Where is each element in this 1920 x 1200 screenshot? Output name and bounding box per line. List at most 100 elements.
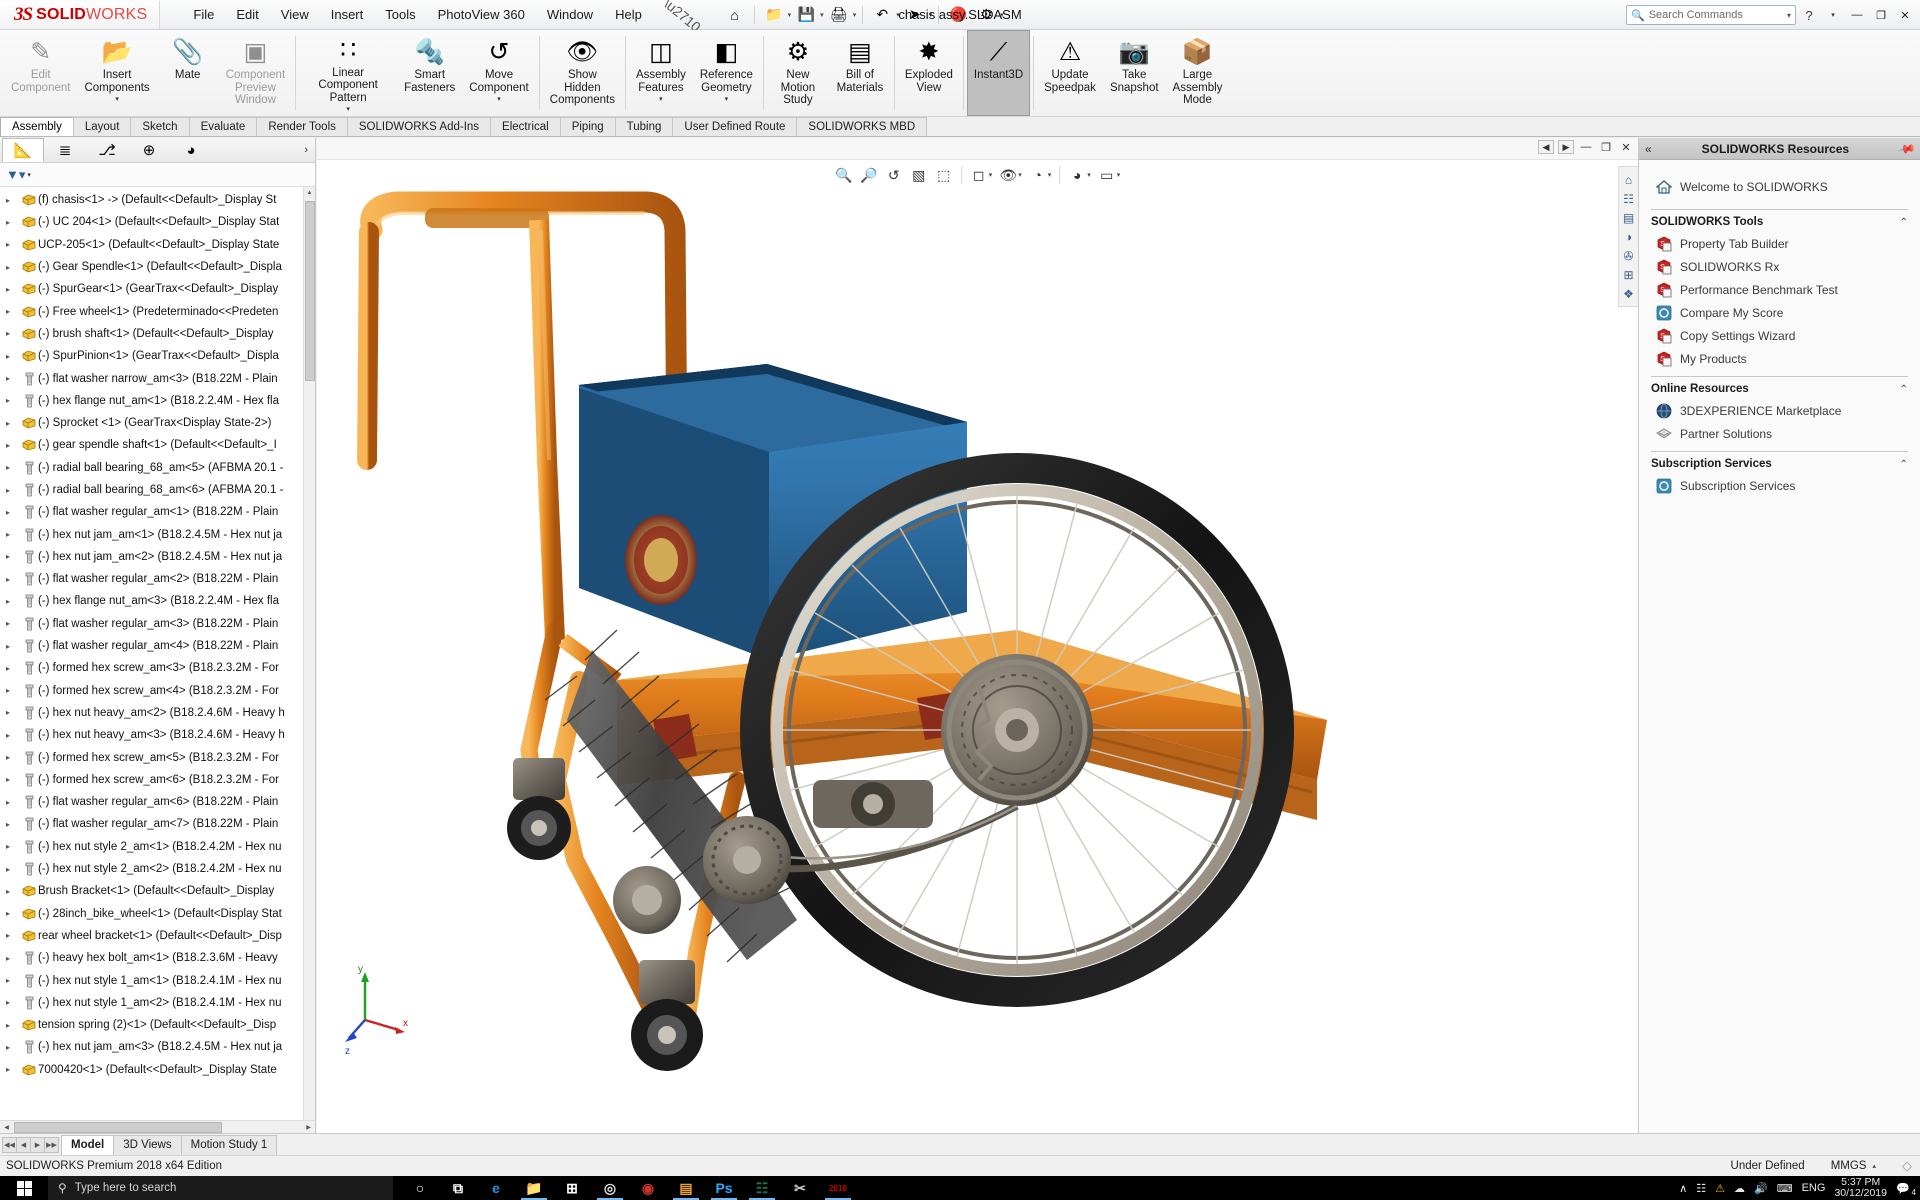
tray-overflow-icon[interactable]: ∧ [1679, 1182, 1687, 1195]
ribbon-command-reference-geometry[interactable]: ◧ Reference Geometry ▾ [693, 30, 760, 116]
feature-tree-horizontal-scrollbar[interactable]: ◀ ▶ [0, 1120, 315, 1133]
chevron-up-icon[interactable]: ⌃ [1900, 384, 1908, 395]
tab-solidworks-add-ins[interactable]: SOLIDWORKS Add-Ins [346, 117, 492, 136]
hscrollbar-thumb[interactable] [14, 1121, 222, 1133]
expand-chevron-icon[interactable]: ▸ [6, 1043, 20, 1052]
file-explorer-icon[interactable]: 📁 [515, 1176, 553, 1200]
feature-manager-tab[interactable]: 📐 [2, 138, 44, 162]
graphics-restore-button[interactable]: ❐ [1598, 140, 1614, 154]
ribbon-command-exploded-view[interactable]: ✸ Exploded View [898, 30, 960, 116]
tab-evaluate[interactable]: Evaluate [188, 117, 258, 136]
tab-next-icon[interactable]: ▶ [30, 1136, 45, 1153]
document-tab-model[interactable]: Model [61, 1134, 115, 1155]
tree-item[interactable]: ▸ (-) flat washer regular_am<6> (B18.22M … [0, 791, 303, 813]
task-pane-item-partner-solutions[interactable]: Partner Solutions [1651, 422, 1908, 445]
scroll-left-icon[interactable]: ◀ [0, 1124, 13, 1131]
tree-item[interactable]: ▸ (-) Gear Spendle<1> (Default<<Default>_… [0, 256, 303, 278]
expand-chevron-icon[interactable]: ▸ [6, 352, 20, 361]
tree-item[interactable]: ▸ (-) hex nut jam_am<2> (B18.2.4.5M - Hex… [0, 546, 303, 568]
search-commands-input[interactable]: 🔍 Search Commands ▾ [1626, 5, 1796, 25]
scroll-up-icon[interactable]: ▲ [304, 187, 315, 199]
property-manager-tab[interactable]: ≣ [44, 138, 86, 162]
tree-item[interactable]: ▸ (-) flat washer regular_am<7> (B18.22M … [0, 813, 303, 835]
menu-item-edit[interactable]: Edit [225, 3, 269, 26]
excel-icon[interactable]: ☷ [743, 1176, 781, 1200]
chrome-icon[interactable]: ◎ [591, 1176, 629, 1200]
tab-render-tools[interactable]: Render Tools [256, 117, 348, 136]
tree-item[interactable]: ▸ (-) Sprocket <1> (GearTrax<Display Stat… [0, 412, 303, 434]
expand-chevron-icon[interactable]: ▸ [6, 552, 20, 561]
feature-tree[interactable]: ▸ (f) chasis<1> -> (Default<<Default>_Dis… [0, 187, 315, 1120]
next-document-button[interactable]: ▶ [1558, 140, 1574, 154]
tree-item[interactable]: ▸ UCP-205<1> (Default<<Default>_Display S… [0, 234, 303, 256]
configuration-manager-tab[interactable]: ⎇ [86, 138, 128, 162]
ribbon-command-instant3d[interactable]: ⟋ Instant3D [966, 30, 1031, 116]
tree-item[interactable]: ▸ (-) hex nut style 2_am<1> (B18.2.4.2M -… [0, 836, 303, 858]
undo-icon[interactable]: ↶ [869, 3, 895, 27]
tree-item[interactable]: ▸ (-) hex nut style 1_am<1> (B18.2.4.1M -… [0, 969, 303, 991]
chevron-down-icon[interactable]: ▾ [346, 105, 350, 113]
task-pane-item-solidworks-rx[interactable]: S SOLIDWORKS Rx [1651, 255, 1908, 278]
expand-chevron-icon[interactable]: ▸ [6, 708, 20, 717]
status-units-label[interactable]: MMGS [1831, 1160, 1867, 1172]
expand-chevron-icon[interactable]: ▸ [6, 575, 20, 584]
language-indicator[interactable]: ENG [1802, 1182, 1826, 1194]
scroll-right-icon[interactable]: ▶ [302, 1124, 315, 1131]
feature-tree-filter-row[interactable]: ▼▾ ▾ [0, 163, 315, 187]
expand-chevron-icon[interactable]: ▸ [6, 775, 20, 784]
expand-chevron-icon[interactable]: ▸ [6, 842, 20, 851]
close-button[interactable]: ✕ [1894, 4, 1916, 26]
expand-chevron-icon[interactable]: ▸ [6, 240, 20, 249]
print-icon[interactable]: 🖨 [826, 3, 852, 27]
chevron-up-icon[interactable]: ⌃ [1900, 217, 1908, 228]
chevron-down-icon[interactable]: ▾ [788, 11, 792, 19]
expand-chevron-icon[interactable]: ▸ [6, 441, 20, 450]
antivirus-icon[interactable]: ◉ [629, 1176, 667, 1200]
maximize-button[interactable]: ❐ [1870, 4, 1892, 26]
ribbon-command-mate[interactable]: 📎 Mate [157, 30, 219, 116]
task-view-icon[interactable]: ⧉ [439, 1176, 477, 1200]
tab-solidworks-mbd[interactable]: SOLIDWORKS MBD [796, 117, 928, 136]
tool-icon[interactable]: ✂ [781, 1176, 819, 1200]
tree-item[interactable]: ▸ (-) hex flange nut_am<1> (B18.2.2.4M - … [0, 390, 303, 412]
taskbar-search-input[interactable]: ⚲ Type here to search [48, 1176, 393, 1200]
tree-item[interactable]: ▸ (-) hex flange nut_am<3> (B18.2.2.4M - … [0, 590, 303, 612]
security-icon[interactable]: ⚠ [1715, 1182, 1725, 1195]
edge-icon[interactable]: e [477, 1176, 515, 1200]
save-icon[interactable]: 💾 [793, 3, 819, 27]
chevron-down-icon[interactable]: ▾ [853, 11, 857, 19]
tree-item[interactable]: ▸ (-) radial ball bearing_68_am<6> (AFBMA… [0, 479, 303, 501]
graphics-viewport[interactable]: ◀ ▶ — ❐ ✕ 🔍 🔎 ↺ ▧ ⬚ ◻ ▾ 👁 ▾ ◔ ▾ ◕ ▾ ▭ ▾ ⌂ ☷ ▤ ◑ ✇ ⊞ ❖ [317, 138, 1638, 1133]
expand-chevron-icon[interactable]: ▸ [6, 976, 20, 985]
keyboard-icon[interactable]: ⌨ [1777, 1182, 1793, 1195]
task-pane-item-3dexperience-marketplace[interactable]: 3DEXPERIENCE Marketplace [1651, 399, 1908, 422]
task-pane-group-header[interactable]: Subscription Services ⌃ [1651, 451, 1908, 470]
ribbon-command-insert-components[interactable]: 📂 Insert Components ▾ [77, 30, 156, 116]
tree-item[interactable]: ▸ (-) flat washer regular_am<3> (B18.22M … [0, 613, 303, 635]
tab-tubing[interactable]: Tubing [614, 117, 674, 136]
chevron-down-icon[interactable]: ▾ [725, 95, 729, 103]
menu-item-window[interactable]: Window [536, 3, 604, 26]
expand-chevron-icon[interactable]: ▸ [6, 931, 20, 940]
task-pane-item-performance-benchmark-test[interactable]: S Performance Benchmark Test [1651, 278, 1908, 301]
expand-chevron-icon[interactable]: ▸ [6, 1021, 20, 1030]
expand-chevron-icon[interactable]: ▸ [6, 642, 20, 651]
task-pane-item-my-products[interactable]: S My Products [1651, 347, 1908, 370]
tab-sketch[interactable]: Sketch [130, 117, 190, 136]
tree-item[interactable]: ▸ (-) heavy hex bolt_am<1> (B18.2.3.6M - … [0, 947, 303, 969]
expand-chevron-icon[interactable]: ▸ [6, 1065, 20, 1074]
tree-item[interactable]: ▸ (-) flat washer regular_am<2> (B18.22M … [0, 568, 303, 590]
expand-chevron-icon[interactable]: ▸ [6, 798, 20, 807]
new-document-icon[interactable]: ⌂ [722, 3, 748, 27]
open-document-icon[interactable]: 📁 [761, 3, 787, 27]
task-pane-item-compare-my-score[interactable]: Compare My Score [1651, 301, 1908, 324]
expand-chevron-icon[interactable]: ▸ [6, 619, 20, 628]
task-pane-item-copy-settings-wizard[interactable]: S Copy Settings Wizard [1651, 324, 1908, 347]
ribbon-command-smart-fasteners[interactable]: 🔩 Smart Fasteners [397, 30, 462, 116]
task-pane-pin-icon[interactable]: 📌 [1896, 138, 1916, 158]
expand-chevron-icon[interactable]: ▸ [6, 887, 20, 896]
expand-chevron-icon[interactable]: ▸ [6, 396, 20, 405]
expand-chevron-icon[interactable]: ▸ [6, 753, 20, 762]
tree-item[interactable]: ▸ (-) hex nut heavy_am<3> (B18.2.4.6M - H… [0, 724, 303, 746]
expand-chevron-icon[interactable]: ▸ [6, 865, 20, 874]
